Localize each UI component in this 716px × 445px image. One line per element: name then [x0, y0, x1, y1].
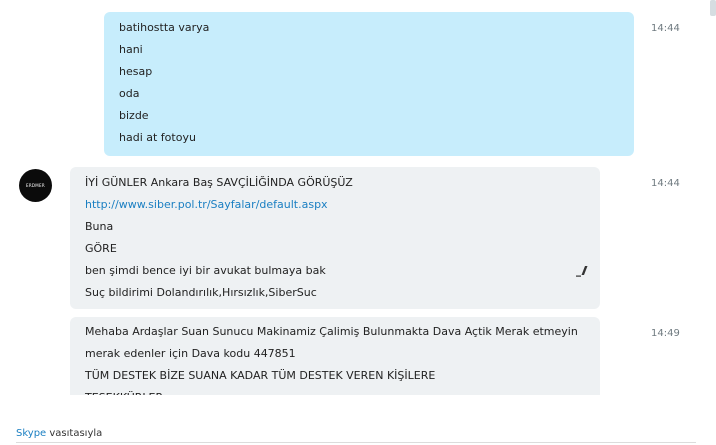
- message-link[interactable]: http://www.siber.pol.tr/Sayfalar/default…: [85, 198, 328, 211]
- message-line: ben şimdi bence iyi bir avukat bulmaya b…: [85, 264, 326, 277]
- incoming-message-bubble[interactable]: Mehaba Ardaşlar Suan Sunucu Makinamiz Ça…: [70, 317, 600, 395]
- message-line: TÜM DESTEK BİZE SUANA KADAR TÜM DESTEK V…: [85, 369, 436, 382]
- skype-brand-link[interactable]: Skype: [16, 428, 46, 439]
- outgoing-message-bubble[interactable]: batihostta varya hani hesap oda bizde ha…: [104, 12, 634, 156]
- message-line: bizde: [119, 109, 149, 122]
- message-line: Suç bildirimi Dolandırılık,Hırsızlık,Sib…: [85, 286, 317, 299]
- message-line: merak edenler için Dava kodu 447851: [85, 347, 296, 360]
- via-label: vasıtasıyla: [46, 428, 103, 439]
- chat-history[interactable]: batihostta varya hani hesap oda bizde ha…: [0, 0, 716, 395]
- message-line: İYİ GÜNLER Ankara Baş SAVÇİLİĞİNDA GÖRÜŞ…: [85, 176, 353, 189]
- message-line: hesap: [119, 65, 153, 78]
- message-line: Mehaba Ardaşlar Suan Sunucu Makinamiz Ça…: [85, 325, 578, 338]
- message-line: GÖRE: [85, 242, 117, 255]
- incoming-message-bubble[interactable]: İYİ GÜNLER Ankara Baş SAVÇİLİĞİNDA GÖRÜŞ…: [70, 167, 600, 309]
- message-timestamp: 14:49: [651, 328, 680, 339]
- message-line: batihostta varya: [119, 21, 210, 34]
- avatar[interactable]: ERDMER: [19, 169, 52, 202]
- scrollbar-thumb[interactable]: [710, 0, 716, 16]
- message-timestamp: 14:44: [651, 23, 680, 34]
- message-line: Buna: [85, 220, 114, 233]
- message-line: hani: [119, 43, 143, 56]
- message-line: hadi at fotoyu: [119, 131, 196, 144]
- pencil-edit-icon[interactable]: [576, 265, 590, 277]
- avatar-label: ERDMER: [26, 183, 45, 188]
- message-line: TEŞEKKÜRLER: [85, 387, 578, 395]
- message-line: oda: [119, 87, 140, 100]
- via-footer: Skype vasıtasıyla: [16, 428, 102, 439]
- message-timestamp: 14:44: [651, 178, 680, 189]
- footer-divider: [16, 442, 696, 443]
